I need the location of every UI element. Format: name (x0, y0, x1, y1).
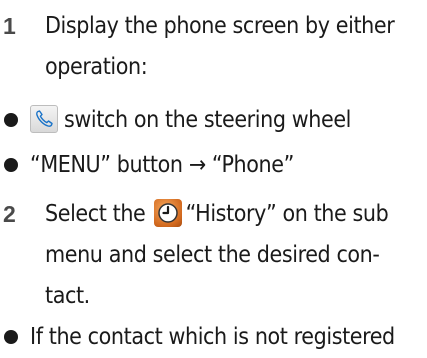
step-2-line-3: tact. (45, 283, 90, 309)
step-2-line-1-before: Select the (45, 201, 146, 227)
bullet-dot (4, 158, 18, 172)
bullet-phone-switch: switch on the steering wheel (30, 104, 352, 135)
bullet-dot (4, 113, 18, 127)
step-1-number: 1 (3, 13, 16, 39)
bullet-not-registered: If the contact which is not registered (30, 324, 395, 350)
step-2-line-2: menu and select the desired con- (45, 242, 380, 268)
step-2-line-1-after: “History” on the sub (185, 201, 389, 227)
bullet-menu-phone: “MENU” button → “Phone” (30, 152, 294, 178)
step-2-line-1: Select the “History” on the sub (45, 198, 389, 229)
bullet-dot (4, 330, 18, 344)
step-1-line-1: Display the phone screen by either (45, 13, 395, 39)
manual-page: 1 Display the phone screen by either ope… (0, 0, 427, 358)
clock-icon (153, 198, 182, 227)
step-2-number: 2 (3, 201, 16, 227)
phone-handset-icon (30, 104, 58, 133)
step-1-line-2: operation: (45, 54, 148, 80)
bullet-phone-switch-text: switch on the steering wheel (64, 107, 352, 133)
